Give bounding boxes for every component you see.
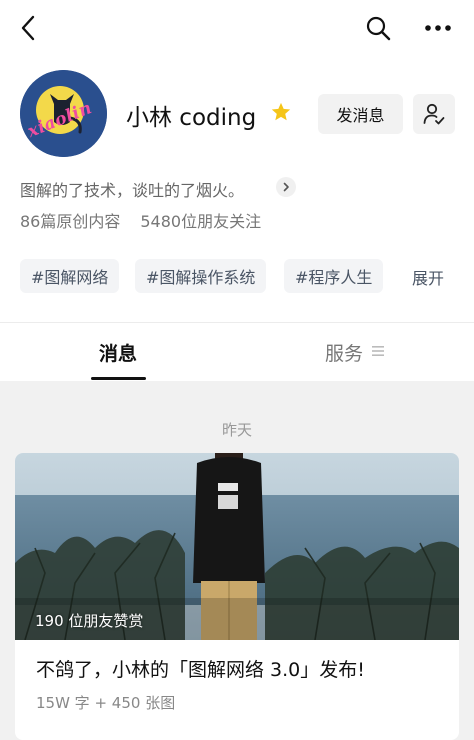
article-card[interactable]: 190 位朋友赞赏 不鸽了，小林的「图解网络 3.0」发布! 15W 字 + 4… bbox=[15, 453, 459, 740]
send-message-button[interactable]: 发消息 bbox=[318, 94, 403, 134]
follower-count: 5480位朋友关注 bbox=[140, 212, 262, 231]
chevron-right-icon bbox=[283, 182, 289, 192]
bio-expand-button[interactable] bbox=[276, 177, 296, 197]
tags-expand-button[interactable]: 展开 bbox=[412, 265, 444, 289]
menu-icon bbox=[372, 346, 384, 356]
top-bar bbox=[0, 0, 474, 56]
tag-os[interactable]: #图解操作系统 bbox=[135, 259, 267, 293]
avatar[interactable]: xiaolin bbox=[20, 70, 107, 157]
tab-messages[interactable]: 消息 bbox=[99, 339, 137, 366]
more-button[interactable] bbox=[422, 14, 454, 42]
date-label: 昨天 bbox=[221, 421, 252, 439]
more-dots-icon bbox=[425, 25, 451, 31]
user-check-icon bbox=[423, 103, 445, 125]
original-content-count: 86篇原创内容 bbox=[20, 212, 121, 231]
search-icon bbox=[366, 16, 391, 41]
following-button[interactable] bbox=[413, 94, 455, 134]
active-tab-indicator bbox=[91, 377, 146, 380]
message-feed: 昨天 190 位朋友赞赏 不鸽了，小林的「图解网络 3.0」发布! 15W 字 … bbox=[0, 381, 474, 740]
search-button[interactable] bbox=[364, 14, 392, 42]
section-divider bbox=[0, 322, 474, 323]
article-meta: 15W 字 + 450 张图 bbox=[36, 694, 176, 712]
article-title[interactable]: 不鸽了，小林的「图解网络 3.0」发布! bbox=[36, 655, 365, 682]
tab-services[interactable]: 服务 bbox=[325, 339, 363, 366]
chevron-left-icon bbox=[21, 15, 35, 41]
tag-life[interactable]: #程序人生 bbox=[284, 259, 384, 293]
account-stats: 86篇原创内容 5480位朋友关注 bbox=[20, 208, 261, 232]
tag-network[interactable]: #图解网络 bbox=[20, 259, 120, 293]
appreciation-count: 190 位朋友赞赏 bbox=[35, 612, 144, 630]
back-button[interactable] bbox=[14, 12, 44, 44]
account-bio[interactable]: 图解的了技术，谈吐的了烟火。 bbox=[20, 177, 244, 201]
account-name: 小林 coding bbox=[126, 105, 257, 131]
star-icon bbox=[271, 102, 291, 121]
